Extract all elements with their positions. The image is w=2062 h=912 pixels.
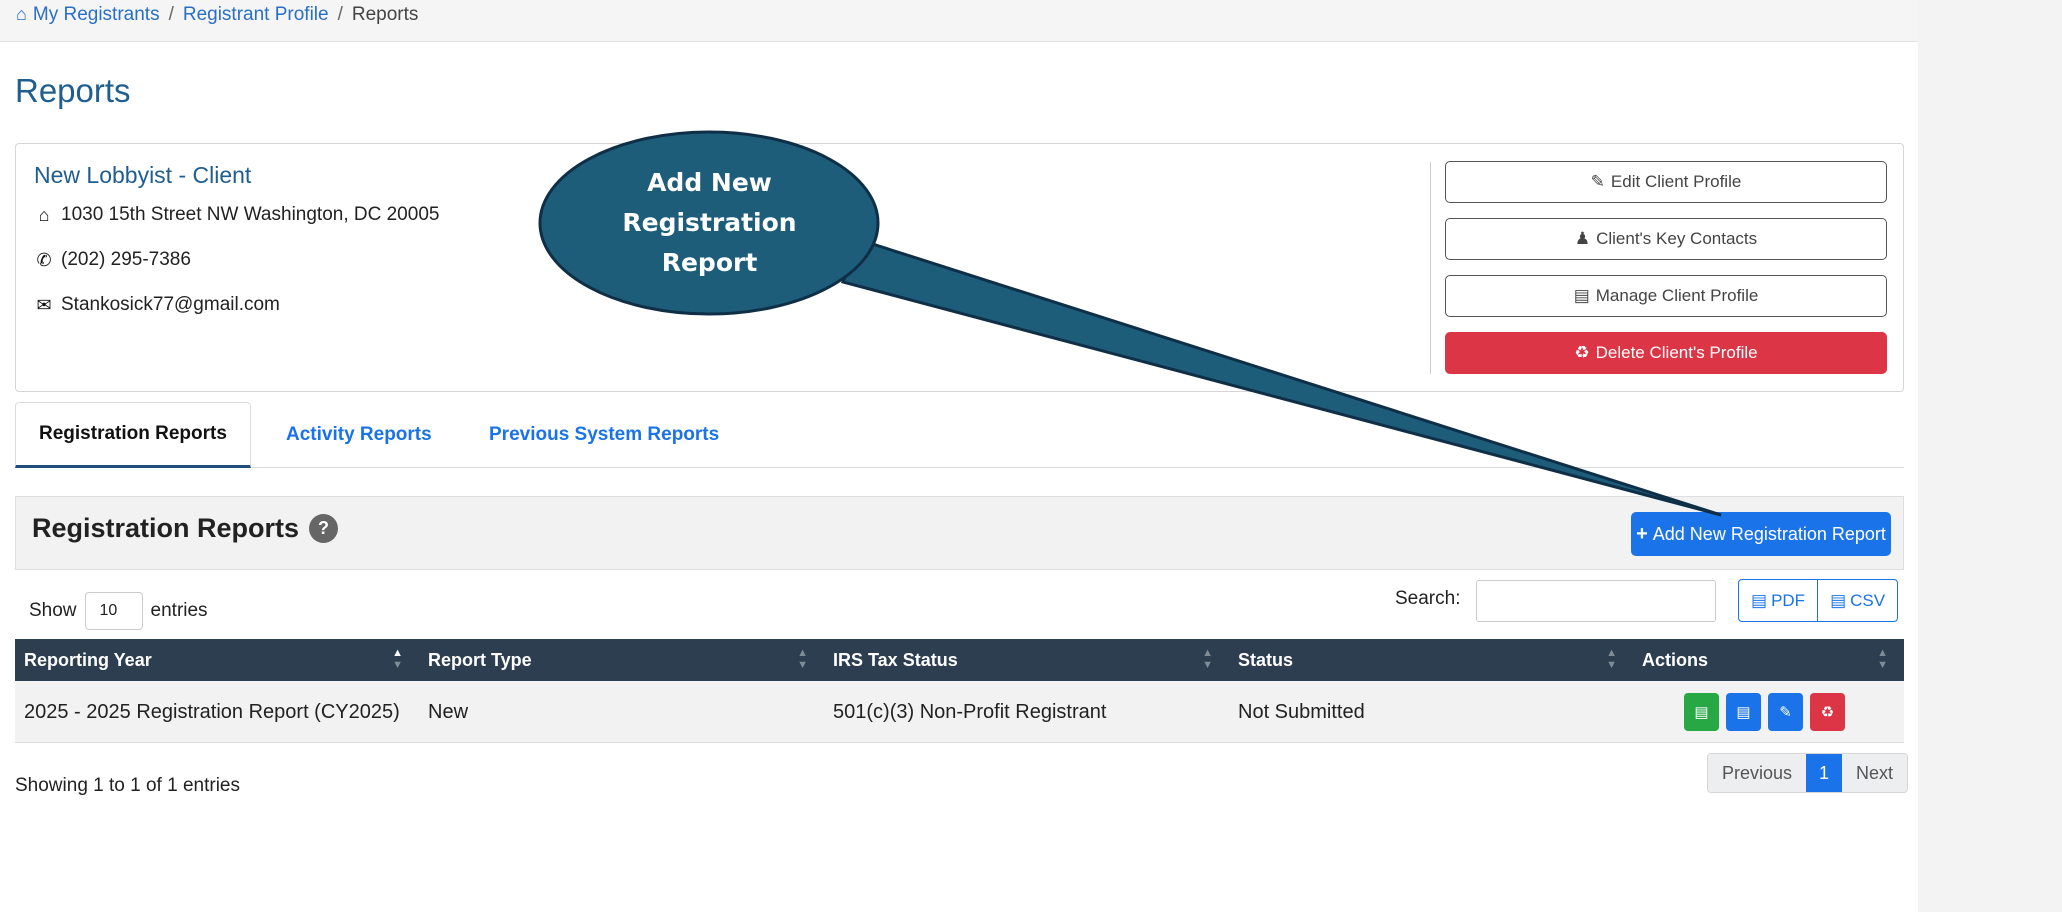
add-new-registration-report-label: Add New Registration Report — [1652, 523, 1886, 544]
cell-irs-tax-status: 501(c)(3) Non-Profit Registrant — [833, 700, 1107, 723]
sort-icon: ▲ ▼ — [392, 647, 403, 671]
delete-client-profile-button[interactable]: ♻ Delete Client's Profile — [1445, 332, 1887, 374]
client-phone-text: (202) 295-7386 — [61, 249, 191, 270]
sort-icon: ▲ ▼ — [1202, 647, 1213, 671]
pagination: Previous 1 Next — [1707, 753, 1909, 793]
cell-report-type: New — [428, 700, 469, 723]
panel-title: Registration Reports ? — [32, 513, 339, 544]
tab-activity-reports[interactable]: Activity Reports — [286, 402, 432, 468]
panel-title-text: Registration Reports — [32, 513, 300, 543]
search-label: Search: — [1395, 588, 1461, 609]
table-info: Showing 1 to 1 of 1 entries — [15, 775, 240, 796]
column-header-reporting-year[interactable]: Reporting Year ▲ ▼ — [15, 639, 419, 681]
callout-line: Add New — [647, 168, 772, 197]
trash-icon: ♻ — [1574, 343, 1590, 362]
cell-reporting-year: 2025 - 2025 Registration Report (CY2025) — [24, 700, 400, 723]
export-csv-button[interactable]: ▤ CSV — [1817, 580, 1897, 621]
column-header-label: IRS Tax Status — [833, 649, 958, 670]
edit-report-button[interactable]: ✎ — [1768, 693, 1803, 731]
breadcrumb-current: Reports — [351, 4, 419, 25]
export-pdf-label: PDF — [1771, 590, 1806, 610]
help-icon[interactable]: ? — [309, 514, 339, 543]
breadcrumb-my-registrants[interactable]: My Registrants — [33, 4, 160, 26]
pencil-icon: ✎ — [1779, 704, 1792, 721]
entries-label: entries — [150, 600, 208, 621]
home-icon: ⌂ — [16, 4, 27, 24]
client-address-text: 1030 15th Street NW Washington, DC 20005 — [61, 204, 440, 225]
export-buttons: ▤ PDF ▤ CSV — [1738, 579, 1899, 622]
pagination-next[interactable]: Next — [1842, 754, 1908, 792]
breadcrumb-registrant-profile[interactable]: Registrant Profile — [183, 4, 329, 26]
users-icon: ♟ — [1574, 229, 1591, 248]
trash-icon: ♻ — [1820, 704, 1835, 721]
callout-line: Report — [661, 248, 758, 277]
right-gutter — [1918, 0, 2062, 912]
phone-icon: ✆ — [36, 249, 52, 270]
envelope-icon: ✉ — [36, 294, 52, 315]
client-address: ⌂ 1030 15th Street NW Washington, DC 200… — [34, 204, 440, 226]
client-email-text: Stankosick77@gmail.com — [61, 294, 280, 315]
download-pdf-button[interactable]: ▤ — [1684, 693, 1719, 731]
client-email: ✉ Stankosick77@gmail.com — [34, 294, 280, 316]
export-csv-label: CSV — [1850, 590, 1886, 610]
file-icon: ▤ — [1830, 590, 1847, 610]
manage-client-profile-button[interactable]: ▤ Manage Client Profile — [1445, 275, 1887, 317]
column-header-label: Status — [1238, 649, 1294, 670]
file-icon: ▤ — [1573, 286, 1590, 305]
entries-per-page-select[interactable]: 10 — [84, 592, 143, 630]
table-header: Reporting Year ▲ ▼ Report Type ▲ ▼ IRS Tax… — [15, 639, 1904, 681]
show-label: Show — [29, 600, 77, 621]
breadcrumb-separator: / — [168, 4, 174, 25]
show-entries-control: Show 10 entries — [29, 592, 208, 630]
delete-client-profile-label: Delete Client's Profile — [1595, 343, 1758, 362]
view-report-button[interactable]: ▤ — [1726, 693, 1761, 731]
edit-client-profile-button[interactable]: ✎ Edit Client Profile — [1445, 161, 1887, 203]
home-icon: ⌂ — [38, 204, 50, 225]
tab-registration-reports[interactable]: Registration Reports — [15, 402, 251, 468]
page: ⌂ My Registrants / Registrant Profile / … — [0, 0, 1918, 912]
table-row: 2025 - 2025 Registration Report (CY2025)… — [15, 681, 1904, 743]
breadcrumb: ⌂ My Registrants / Registrant Profile / … — [0, 0, 1918, 42]
row-action-buttons: ▤ ▤ ✎ ♻ — [1642, 693, 1845, 731]
delete-report-button[interactable]: ♻ — [1810, 693, 1845, 731]
client-key-contacts-label: Client's Key Contacts — [1596, 229, 1758, 248]
sort-icon: ▲ ▼ — [1606, 647, 1617, 671]
column-header-label: Reporting Year — [24, 649, 152, 670]
callout-text: Add New Registration Report — [547, 163, 872, 283]
pdf-icon: ▤ — [1694, 704, 1709, 721]
column-header-actions[interactable]: Actions ▲ ▼ — [1633, 639, 1904, 681]
pdf-icon: ▤ — [1751, 590, 1768, 610]
cell-status: Not Submitted — [1238, 700, 1365, 723]
file-icon: ▤ — [1736, 704, 1751, 721]
column-header-label: Report Type — [428, 649, 532, 670]
tab-previous-system-reports[interactable]: Previous System Reports — [489, 402, 719, 468]
column-header-status[interactable]: Status ▲ ▼ — [1229, 639, 1633, 681]
edit-client-profile-label: Edit Client Profile — [1610, 172, 1742, 191]
registration-reports-table: Reporting Year ▲ ▼ Report Type ▲ ▼ IRS Tax… — [15, 639, 1904, 743]
pagination-page-1[interactable]: 1 — [1806, 754, 1843, 792]
client-key-contacts-button[interactable]: ♟ Client's Key Contacts — [1445, 218, 1887, 260]
breadcrumb-separator: / — [337, 4, 343, 25]
column-header-label: Actions — [1642, 649, 1709, 670]
card-divider — [1430, 162, 1431, 374]
report-tabs: Registration Reports Activity Reports Pr… — [15, 402, 1904, 468]
column-header-irs-tax-status[interactable]: IRS Tax Status ▲ ▼ — [824, 639, 1229, 681]
cell-actions: ▤ ▤ ✎ ♻ — [1633, 681, 1904, 743]
add-new-registration-report-button[interactable]: + Add New Registration Report — [1631, 512, 1891, 556]
sort-icon: ▲ ▼ — [797, 647, 808, 671]
client-phone: ✆ (202) 295-7386 — [34, 249, 191, 271]
page-title: Reports — [15, 72, 131, 109]
registration-reports-panel-header: Registration Reports ? + Add New Registr… — [15, 496, 1904, 570]
client-card: New Lobbyist - Client ⌂ 1030 15th Street… — [15, 143, 1904, 392]
column-header-report-type[interactable]: Report Type ▲ ▼ — [419, 639, 824, 681]
manage-client-profile-label: Manage Client Profile — [1595, 286, 1759, 305]
pagination-previous[interactable]: Previous — [1708, 754, 1807, 792]
callout-line: Registration — [622, 208, 797, 237]
edit-icon: ✎ — [1590, 172, 1605, 191]
sort-icon: ▲ ▼ — [1877, 647, 1888, 671]
plus-icon: + — [1636, 522, 1648, 545]
client-name: New Lobbyist - Client — [34, 162, 252, 188]
export-pdf-button[interactable]: ▤ PDF — [1739, 580, 1817, 621]
search-input[interactable] — [1476, 580, 1716, 622]
